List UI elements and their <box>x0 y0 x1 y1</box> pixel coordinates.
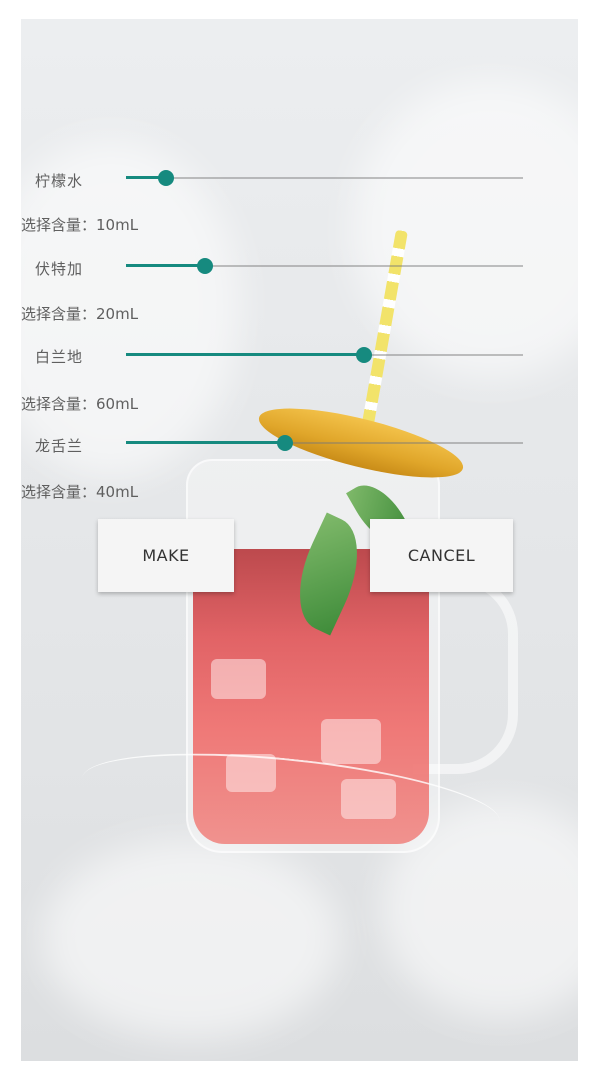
slider-fill <box>126 353 364 356</box>
slider-track <box>126 177 523 179</box>
slider-thumb[interactable] <box>197 258 213 274</box>
ingredient-label-brandy: 白兰地 <box>35 348 84 366</box>
amount-text-tequila: 选择含量：40mL <box>21 483 139 501</box>
make-button[interactable]: MAKE <box>98 519 234 592</box>
slider-thumb[interactable] <box>158 170 174 186</box>
amount-text-vodka: 选择含量：20mL <box>21 305 139 323</box>
slider-thumb[interactable] <box>356 347 372 363</box>
slider-lemonade[interactable] <box>126 166 523 190</box>
ingredient-label-lemonade: 柠檬水 <box>35 172 84 190</box>
slider-brandy[interactable] <box>126 343 523 367</box>
cancel-button[interactable]: CANCEL <box>370 519 513 592</box>
amount-text-lemonade: 选择含量：10mL <box>21 216 139 234</box>
slider-thumb[interactable] <box>277 435 293 451</box>
slider-fill <box>126 264 205 267</box>
slider-fill <box>126 441 285 444</box>
slider-vodka[interactable] <box>126 254 523 278</box>
slider-tequila[interactable] <box>126 431 523 455</box>
ingredient-label-tequila: 龙舌兰 <box>35 437 84 455</box>
ingredient-label-vodka: 伏特加 <box>35 260 84 278</box>
app-screen: 柠檬水 选择含量：10mL 伏特加 选择含量：20mL 白兰地 选择含量：60m… <box>21 19 578 1061</box>
amount-text-brandy: 选择含量：60mL <box>21 395 139 413</box>
